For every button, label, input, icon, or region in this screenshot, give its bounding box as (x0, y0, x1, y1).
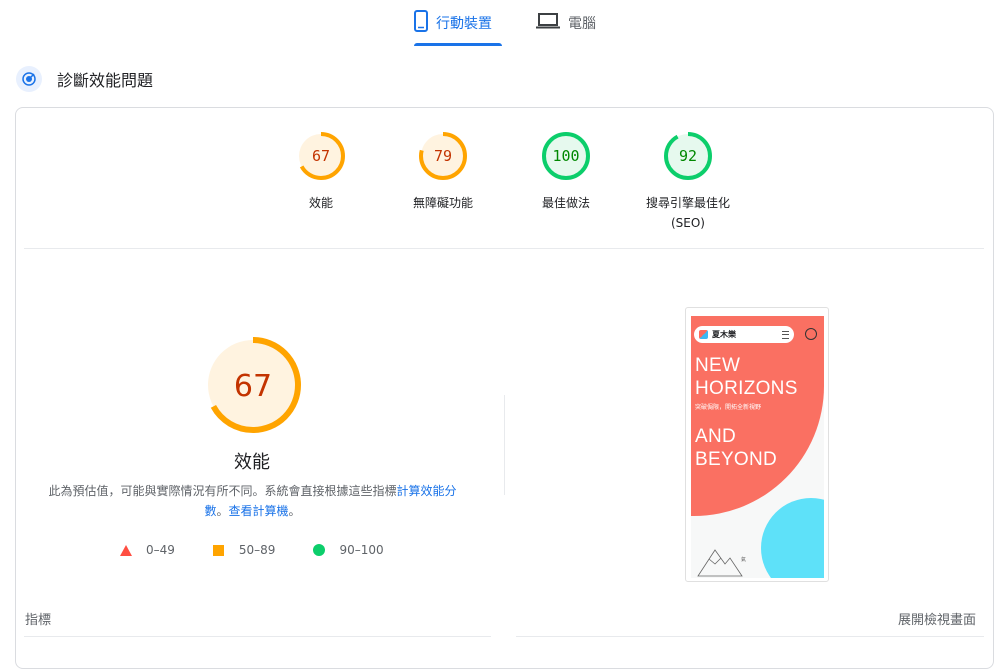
screenshot-headline-1: NEW (695, 355, 741, 376)
description-text: 此為預估值，可能與實際情況有所不同。系統會直接根據這些指標 (48, 484, 397, 498)
brand-logo-icon (699, 330, 708, 339)
legend-average: 50–89 (212, 543, 276, 557)
section-header: 診斷效能問題 (16, 66, 153, 92)
gauge-accessibility[interactable]: 79 無障礙功能 (383, 131, 503, 213)
performance-gauge-large: 67 (203, 335, 303, 435)
gauge-seo-label-line2: (SEO) (670, 216, 705, 230)
expand-view-toggle[interactable]: 展開檢視畫面 (898, 609, 976, 628)
diagnostics-icon (16, 66, 42, 92)
legend-fail-range: 0–49 (146, 543, 175, 557)
gauge-accessibility-label: 無障礙功能 (412, 196, 473, 210)
laptop-icon (536, 13, 560, 33)
device-tabs: 行動裝置 電腦 (0, 0, 1000, 48)
legend-pass-range: 90–100 (339, 543, 384, 557)
gauge-seo-label-line1: 搜尋引擎最佳化 (645, 196, 730, 210)
hamburger-menu-icon (782, 331, 789, 339)
tab-desktop-label: 電腦 (568, 16, 596, 32)
description-end: 。 (288, 504, 301, 518)
pass-circle-icon (313, 544, 326, 556)
view-calculator-link[interactable]: 查看計算機 (229, 504, 289, 518)
hero-shape-red (691, 316, 824, 516)
page-screenshot-thumbnail[interactable]: 夏木樂 NEW HORIZONS 突破侷限，開拓全新視野 AND BEYOND … (685, 307, 829, 582)
gauge-accessibility-value: 79 (434, 147, 452, 165)
screenshot-brand: 夏木樂 (712, 330, 736, 339)
tab-mobile[interactable]: 行動裝置 (414, 0, 502, 46)
screenshot-content: 夏木樂 NEW HORIZONS 突破侷限，開拓全新視野 AND BEYOND … (691, 316, 824, 578)
section-title: 診斷效能問題 (57, 71, 154, 90)
screenshot-headline-4: BEYOND (695, 449, 778, 470)
average-square-icon (212, 544, 224, 556)
performance-gauge-ring: 67 (205, 337, 301, 433)
gauge-performance-value: 67 (312, 147, 330, 165)
screenshot-small-text: 氣 (741, 557, 747, 563)
legend-fail: 0–49 (120, 543, 175, 557)
mountain-logo-icon (697, 549, 743, 577)
vertical-divider (504, 395, 505, 495)
gauge-best-practices-label: 最佳做法 (541, 196, 590, 210)
screenshot-headline-2: HORIZONS (695, 378, 798, 399)
gauge-best-practices-ring: 100 (542, 132, 590, 180)
gauge-seo-label: 搜尋引擎最佳化 (SEO) (628, 193, 748, 233)
gauge-performance-label: 效能 (308, 196, 333, 210)
gauge-best-practices-value: 100 (552, 147, 579, 165)
smartphone-icon (414, 10, 428, 36)
metrics-heading: 指標 (25, 613, 52, 628)
gauge-seo[interactable]: 92 搜尋引擎最佳化 (SEO) (628, 131, 748, 233)
description-separator: 。 (216, 504, 229, 518)
fail-triangle-icon (120, 544, 132, 556)
footer-divider-left (24, 636, 491, 637)
footer-divider-right (516, 636, 984, 637)
performance-title: 效能 (234, 452, 270, 473)
performance-score-value: 67 (234, 369, 272, 404)
score-legend: 0–49 50–89 90–100 (120, 540, 384, 560)
screenshot-nav-bar: 夏木樂 (694, 326, 794, 343)
gauge-best-practices[interactable]: 100 最佳做法 (506, 131, 626, 213)
hero-shape-blue (761, 498, 824, 578)
legend-average-range: 50–89 (238, 543, 276, 557)
summary-divider (24, 248, 984, 249)
gauge-seo-ring: 92 (664, 132, 712, 180)
performance-description: 此為預估值，可能與實際情況有所不同。系統會直接根據這些指標計算效能分數。查看計算… (40, 481, 465, 521)
gauge-performance-ring: 67 (297, 132, 345, 180)
screenshot-subtitle: 突破侷限，開拓全新視野 (695, 404, 762, 411)
chat-bubble-icon (805, 328, 817, 340)
gauge-performance[interactable]: 67 效能 (261, 131, 381, 213)
score-summary: 67 效能 79 無障礙功能 100 最佳做法 92 搜尋引擎最佳化 (SEO) (0, 131, 1000, 241)
gauge-accessibility-ring: 79 (419, 132, 467, 180)
tab-mobile-label: 行動裝置 (436, 16, 492, 32)
screenshot-headline-3: AND (695, 426, 737, 447)
legend-pass: 90–100 (313, 543, 384, 557)
active-tab-indicator (414, 43, 502, 46)
tab-desktop[interactable]: 電腦 (536, 0, 606, 46)
gauge-seo-value: 92 (679, 147, 697, 165)
